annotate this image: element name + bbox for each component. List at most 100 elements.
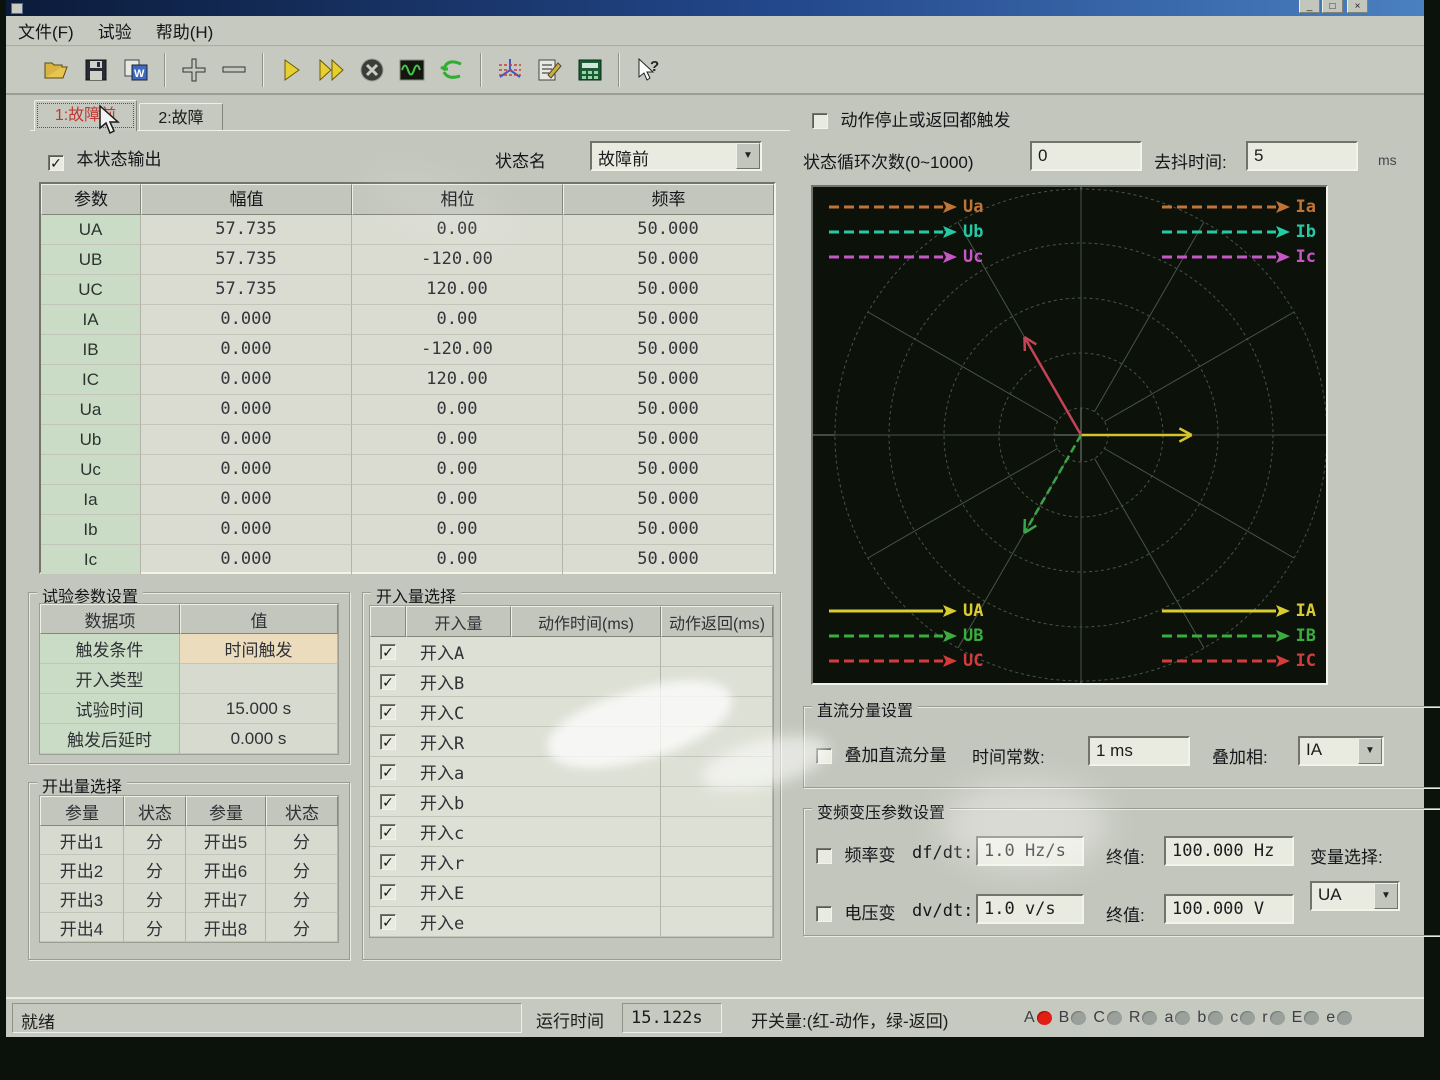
dfdt-input[interactable]: 1.0 Hz/s (976, 836, 1084, 866)
menu-item-2[interactable]: 帮助(H) (144, 16, 226, 45)
output-state-cell[interactable]: 分 (124, 826, 186, 855)
param-value-cell[interactable]: 50.000 (563, 305, 774, 335)
menu-item-0[interactable]: 文件(F) (6, 16, 86, 45)
input-channel-checkbox[interactable]: ✓ (380, 674, 396, 690)
phasor-settings-icon[interactable] (490, 51, 530, 89)
param-value-cell[interactable]: 50.000 (563, 545, 774, 575)
input-channel-checkbox[interactable]: ✓ (380, 854, 396, 870)
param-value-cell[interactable]: 50.000 (563, 455, 774, 485)
maximize-button[interactable]: □ (1322, 0, 1343, 13)
data-value-cell[interactable]: 时间触发 (180, 634, 338, 664)
param-value-cell[interactable]: 0.000 (141, 395, 352, 425)
export-word-icon[interactable]: W (116, 51, 156, 89)
param-value-cell[interactable]: 0.00 (352, 425, 563, 455)
action-time-cell[interactable] (511, 757, 661, 787)
input-channel-checkbox[interactable]: ✓ (380, 764, 396, 780)
param-value-cell[interactable]: 50.000 (563, 395, 774, 425)
time-constant-input[interactable]: 1 ms (1088, 736, 1190, 766)
menu-item-1[interactable]: 试验 (86, 16, 144, 45)
param-value-cell[interactable]: 0.000 (141, 365, 352, 395)
param-value-cell[interactable]: 120.00 (352, 275, 563, 305)
action-time-cell[interactable] (511, 847, 661, 877)
param-value-cell[interactable]: 50.000 (563, 275, 774, 305)
action-time-cell[interactable] (511, 727, 661, 757)
param-value-cell[interactable]: 0.000 (141, 455, 352, 485)
action-time-cell[interactable] (511, 907, 661, 937)
param-value-cell[interactable]: 50.000 (563, 245, 774, 275)
input-channel-checkbox[interactable]: ✓ (380, 704, 396, 720)
output-state-cell[interactable]: 分 (124, 855, 186, 884)
freq-end-input[interactable]: 100.000 Hz (1164, 836, 1294, 866)
input-channel-checkbox[interactable]: ✓ (380, 914, 396, 930)
input-channel-checkbox[interactable]: ✓ (380, 734, 396, 750)
add-state-icon[interactable] (174, 51, 214, 89)
run-test-icon[interactable] (272, 51, 312, 89)
action-time-cell[interactable] (511, 667, 661, 697)
output-state-cell[interactable]: 分 (266, 855, 338, 884)
output-state-cell[interactable]: 分 (266, 826, 338, 855)
superpose-phase-combo[interactable]: IA ▼ (1298, 736, 1384, 766)
chevron-down-icon[interactable]: ▼ (736, 143, 760, 169)
action-return-cell[interactable] (661, 697, 773, 727)
param-value-cell[interactable]: 57.735 (141, 215, 352, 245)
open-file-icon[interactable] (36, 51, 76, 89)
param-value-cell[interactable]: 0.00 (352, 515, 563, 545)
param-value-cell[interactable]: -120.00 (352, 245, 563, 275)
volt-change-checkbox[interactable] (816, 906, 832, 922)
action-time-cell[interactable] (511, 877, 661, 907)
waveform-view-icon[interactable] (392, 51, 432, 89)
fast-forward-icon[interactable] (312, 51, 352, 89)
output-state-cell[interactable]: 分 (266, 913, 338, 942)
param-value-cell[interactable]: 57.735 (141, 275, 352, 305)
param-value-cell[interactable]: 0.00 (352, 545, 563, 575)
param-value-cell[interactable]: 0.000 (141, 305, 352, 335)
param-value-cell[interactable]: 0.000 (141, 515, 352, 545)
remove-state-icon[interactable] (214, 51, 254, 89)
dvdt-input[interactable]: 1.0 v/s (976, 894, 1084, 924)
param-value-cell[interactable]: 50.000 (563, 365, 774, 395)
param-value-cell[interactable]: 120.00 (352, 365, 563, 395)
action-time-cell[interactable] (511, 787, 661, 817)
data-value-cell[interactable]: 15.000 s (180, 694, 338, 724)
dc-superpose-checkbox[interactable] (816, 748, 832, 764)
input-channel-checkbox[interactable]: ✓ (380, 794, 396, 810)
param-value-cell[interactable]: 50.000 (563, 425, 774, 455)
cycle-count-input[interactable]: 0 (1030, 141, 1142, 171)
param-value-cell[interactable]: 0.000 (141, 545, 352, 575)
action-time-cell[interactable] (511, 817, 661, 847)
data-value-cell[interactable] (180, 664, 338, 694)
param-value-cell[interactable]: 0.00 (352, 455, 563, 485)
param-value-cell[interactable]: 50.000 (563, 485, 774, 515)
chevron-down-icon[interactable]: ▼ (1374, 883, 1398, 909)
param-value-cell[interactable]: -120.00 (352, 335, 563, 365)
param-value-cell[interactable]: 0.000 (141, 485, 352, 515)
tab-fault[interactable]: 2:故障 (139, 103, 223, 131)
output-state-cell[interactable]: 分 (124, 884, 186, 913)
action-time-cell[interactable] (511, 637, 661, 667)
trigger-option-checkbox[interactable] (812, 113, 828, 129)
param-value-cell[interactable]: 0.00 (352, 305, 563, 335)
param-value-cell[interactable]: 0.000 (141, 425, 352, 455)
close-button[interactable]: × (1347, 0, 1368, 13)
output-state-cell[interactable]: 分 (266, 884, 338, 913)
param-value-cell[interactable]: 50.000 (563, 215, 774, 245)
input-channel-checkbox[interactable]: ✓ (380, 644, 396, 660)
revert-icon[interactable] (432, 51, 472, 89)
output-state-cell[interactable]: 分 (124, 913, 186, 942)
volt-end-input[interactable]: 100.000 V (1164, 894, 1294, 924)
data-value-cell[interactable]: 0.000 s (180, 724, 338, 754)
minimize-button[interactable]: _ (1299, 0, 1320, 13)
context-help-icon[interactable]: ? (628, 51, 668, 89)
save-file-icon[interactable] (76, 51, 116, 89)
action-return-cell[interactable] (661, 877, 773, 907)
param-value-cell[interactable]: 0.000 (141, 335, 352, 365)
stop-test-icon[interactable] (352, 51, 392, 89)
action-return-cell[interactable] (661, 637, 773, 667)
param-value-cell[interactable]: 57.735 (141, 245, 352, 275)
param-value-cell[interactable]: 0.00 (352, 395, 563, 425)
action-return-cell[interactable] (661, 847, 773, 877)
var-select-combo[interactable]: UA ▼ (1310, 881, 1400, 911)
chevron-down-icon[interactable]: ▼ (1358, 738, 1382, 764)
action-return-cell[interactable] (661, 727, 773, 757)
state-output-checkbox[interactable]: ✓ (48, 155, 64, 171)
